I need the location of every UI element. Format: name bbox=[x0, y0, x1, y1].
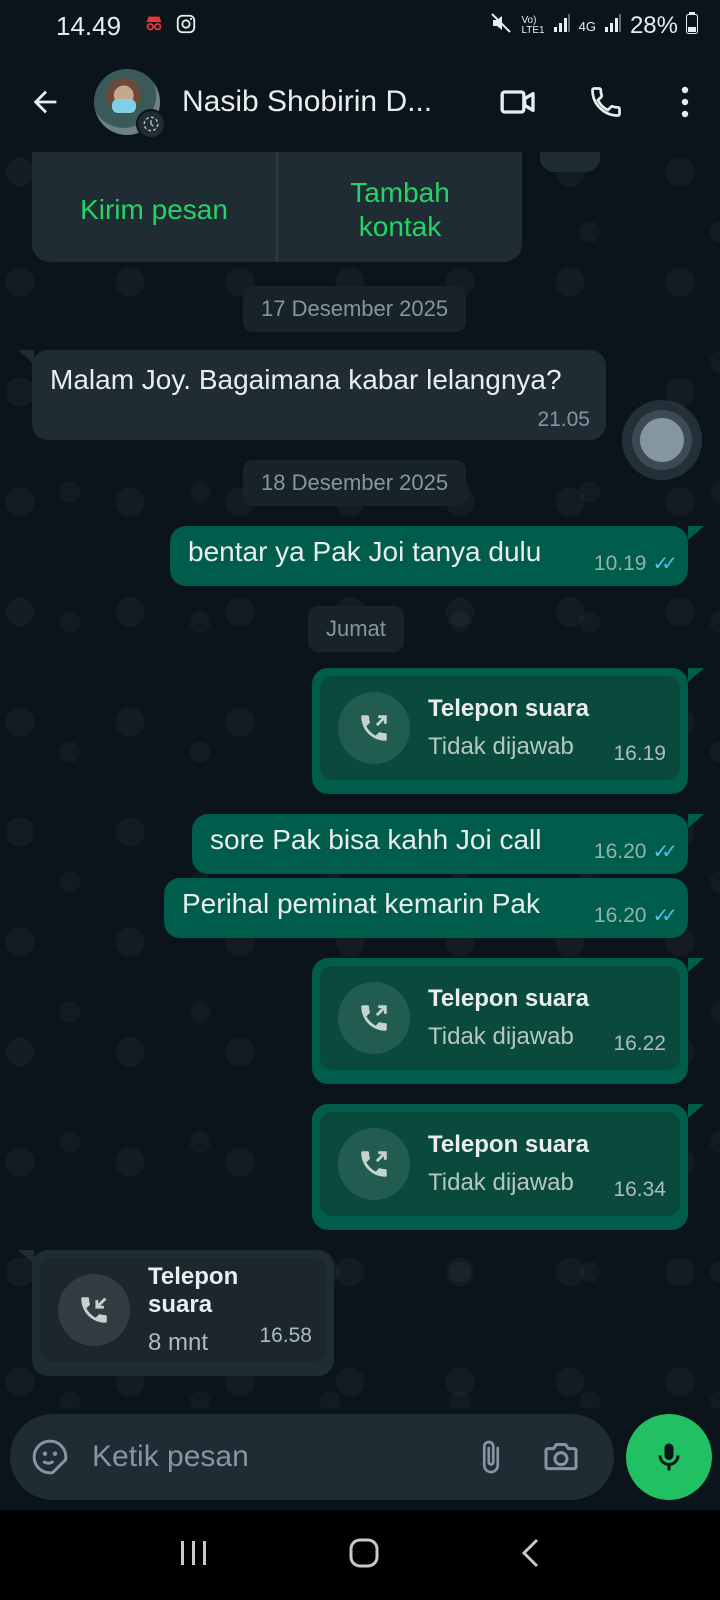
voice-message-button[interactable] bbox=[626, 1414, 712, 1500]
back-button[interactable] bbox=[0, 52, 90, 152]
message-text: sore Pak bisa kahh Joi call bbox=[210, 824, 542, 855]
scroll-button-icon bbox=[640, 418, 684, 462]
previous-message-fragment bbox=[540, 152, 600, 172]
scroll-down-button[interactable] bbox=[632, 410, 692, 470]
recent-apps-button[interactable] bbox=[179, 1539, 209, 1572]
instagram-icon bbox=[175, 11, 197, 42]
call-status: Tidak dijawab bbox=[428, 1023, 574, 1050]
message-meta: 10.19 ✓✓ bbox=[593, 551, 678, 576]
message-meta: 16.20 ✓✓ bbox=[593, 839, 678, 864]
contact-card-actions: Kirim pesan Tambah kontak bbox=[32, 152, 522, 262]
back-arrow-icon bbox=[33, 90, 57, 114]
status-update-icon bbox=[136, 109, 166, 139]
message-outgoing[interactable]: bentar ya Pak Joi tanya dulu 10.19 ✓✓ bbox=[170, 526, 688, 586]
message-outgoing[interactable]: Perihal peminat kemarin Pak 16.20 ✓✓ bbox=[164, 878, 688, 938]
home-button[interactable] bbox=[348, 1537, 380, 1574]
bubble-tail bbox=[688, 958, 704, 972]
read-ticks-icon: ✓✓ bbox=[652, 553, 677, 575]
bubble-tail bbox=[688, 1104, 704, 1118]
outgoing-call-icon bbox=[338, 982, 410, 1054]
status-bar: 14.49 Vo) LTE1 4G 28% bbox=[0, 0, 720, 52]
call-log-outgoing[interactable]: Telepon suara Tidak dijawab 16.34 bbox=[312, 1104, 688, 1230]
call-title: Telepon suara bbox=[428, 695, 589, 722]
contact-name[interactable]: Nasib Shobirin D... bbox=[182, 85, 442, 119]
outgoing-call-icon bbox=[338, 1128, 410, 1200]
call-time: 16.58 bbox=[259, 1324, 312, 1347]
camera-icon bbox=[544, 1443, 578, 1471]
mute-icon bbox=[489, 11, 513, 42]
bubble-tail bbox=[688, 814, 704, 828]
more-vertical-icon bbox=[681, 86, 689, 118]
message-incoming[interactable]: Malam Joy. Bagaimana kabar lelangnya? 21… bbox=[32, 350, 606, 440]
message-meta: 16.20 ✓✓ bbox=[593, 903, 678, 928]
call-log-outgoing[interactable]: Telepon suara Tidak dijawab 16.19 bbox=[312, 668, 688, 794]
send-message-button[interactable]: Kirim pesan bbox=[32, 152, 276, 262]
chevron-left-icon bbox=[521, 1538, 538, 1567]
call-time: 16.34 bbox=[613, 1178, 666, 1201]
system-navigation-bar bbox=[0, 1510, 720, 1600]
date-chip: 18 Desember 2025 bbox=[243, 460, 467, 506]
bubble-tail bbox=[688, 526, 704, 540]
message-composer[interactable]: Ketik pesan bbox=[10, 1414, 614, 1500]
incoming-call-icon bbox=[58, 1274, 130, 1346]
bubble-tail bbox=[688, 668, 704, 682]
signal-icon bbox=[553, 12, 571, 40]
attach-button[interactable] bbox=[456, 1439, 526, 1475]
phone-icon bbox=[591, 87, 621, 117]
message-text: bentar ya Pak Joi tanya dulu bbox=[188, 536, 542, 567]
video-call-button[interactable] bbox=[474, 52, 562, 152]
home-icon bbox=[349, 1538, 379, 1567]
incognito-icon bbox=[143, 11, 165, 42]
call-title: Telepon suara bbox=[428, 985, 589, 1012]
emoji-button[interactable] bbox=[28, 1437, 72, 1477]
signal-icon-2 bbox=[604, 12, 622, 40]
add-contact-button[interactable]: Tambah kontak bbox=[276, 152, 522, 262]
call-log-outgoing[interactable]: Telepon suara Tidak dijawab 16.22 bbox=[312, 958, 688, 1084]
camera-button[interactable] bbox=[526, 1437, 596, 1477]
microphone-icon bbox=[658, 1443, 680, 1471]
call-time: 16.19 bbox=[613, 742, 666, 765]
system-back-button[interactable] bbox=[519, 1537, 541, 1574]
video-call-icon bbox=[500, 90, 535, 114]
call-log-incoming[interactable]: Telepon suara 8 mnt 16.58 bbox=[32, 1250, 334, 1376]
read-ticks-icon: ✓✓ bbox=[652, 841, 677, 863]
battery-percent: 28% bbox=[629, 12, 678, 39]
status-time: 14.49 bbox=[56, 10, 122, 41]
message-time: 21.05 bbox=[537, 408, 590, 431]
outgoing-call-icon bbox=[338, 692, 410, 764]
call-status: Tidak dijawab bbox=[428, 1169, 574, 1196]
chat-area[interactable]: Kirim pesan Tambah kontak 17 Desember 20… bbox=[0, 152, 720, 1408]
message-text: Malam Joy. Bagaimana kabar lelangnya? bbox=[50, 364, 562, 395]
message-outgoing[interactable]: sore Pak bisa kahh Joi call 16.20 ✓✓ bbox=[192, 814, 688, 874]
avatar-mask bbox=[112, 99, 136, 113]
chat-header: Nasib Shobirin D... bbox=[0, 52, 720, 152]
call-time: 16.22 bbox=[613, 1032, 666, 1055]
date-chip: 17 Desember 2025 bbox=[243, 286, 467, 332]
call-title: Telepon suara bbox=[148, 1263, 239, 1318]
network-type: 4G bbox=[578, 18, 596, 34]
avatar[interactable] bbox=[94, 69, 166, 139]
paperclip-icon bbox=[482, 1440, 500, 1474]
date-chip: Jumat bbox=[308, 606, 404, 652]
recent-apps-icon bbox=[181, 1540, 207, 1565]
call-title: Telepon suara bbox=[428, 1131, 589, 1158]
sticker-emoji-icon bbox=[32, 1439, 68, 1475]
voice-call-button[interactable] bbox=[562, 52, 650, 152]
battery-icon bbox=[686, 11, 698, 41]
call-status: Tidak dijawab bbox=[428, 733, 574, 760]
more-options-button[interactable] bbox=[650, 52, 720, 152]
volte-indicator: Vo) LTE1 bbox=[521, 15, 545, 36]
message-input[interactable]: Ketik pesan bbox=[92, 1440, 456, 1474]
read-ticks-icon: ✓✓ bbox=[652, 905, 677, 927]
message-text: Perihal peminat kemarin Pak bbox=[182, 888, 540, 919]
